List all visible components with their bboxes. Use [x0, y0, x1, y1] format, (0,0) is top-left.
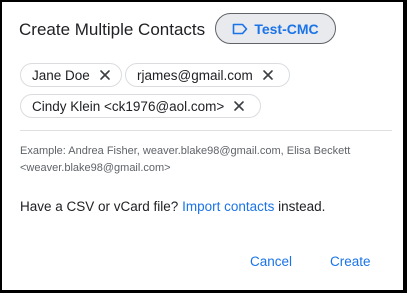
contact-chip-text: Cindy Klein <ck1976@aol.com> — [32, 98, 225, 114]
close-icon[interactable] — [261, 68, 275, 82]
create-button[interactable]: Create — [330, 254, 371, 269]
contact-chip[interactable]: Cindy Klein <ck1976@aol.com> — [20, 94, 261, 118]
label-icon — [232, 23, 248, 35]
contact-chip[interactable]: Jane Doe — [20, 63, 122, 87]
import-hint-suffix: instead. — [274, 199, 326, 214]
example-hint: Example: Andrea Fisher, weaver.blake98@g… — [20, 145, 351, 174]
cancel-button[interactable]: Cancel — [250, 254, 292, 269]
close-icon[interactable] — [98, 68, 112, 82]
input-divider — [20, 130, 392, 131]
close-icon[interactable] — [232, 99, 246, 113]
label-chip-text: Test-CMC — [254, 20, 319, 37]
dialog-title: Create Multiple Contacts — [19, 20, 206, 39]
contact-chip[interactable]: rjames@gmail.com — [125, 63, 290, 87]
import-hint-prefix: Have a CSV or vCard file? — [20, 199, 183, 214]
contact-chip-text: rjames@gmail.com — [137, 67, 253, 83]
screenshot-frame: Create Multiple Contacts Test-CMC Jane D… — [0, 0, 407, 293]
import-contacts-link[interactable]: Import contacts — [182, 199, 274, 214]
import-hint: Have a CSV or vCard file? Import contact… — [20, 199, 325, 214]
label-chip[interactable]: Test-CMC — [215, 13, 336, 44]
create-contacts-dialog: Create Multiple Contacts Test-CMC Jane D… — [2, 2, 403, 290]
contact-chip-text: Jane Doe — [32, 67, 90, 83]
